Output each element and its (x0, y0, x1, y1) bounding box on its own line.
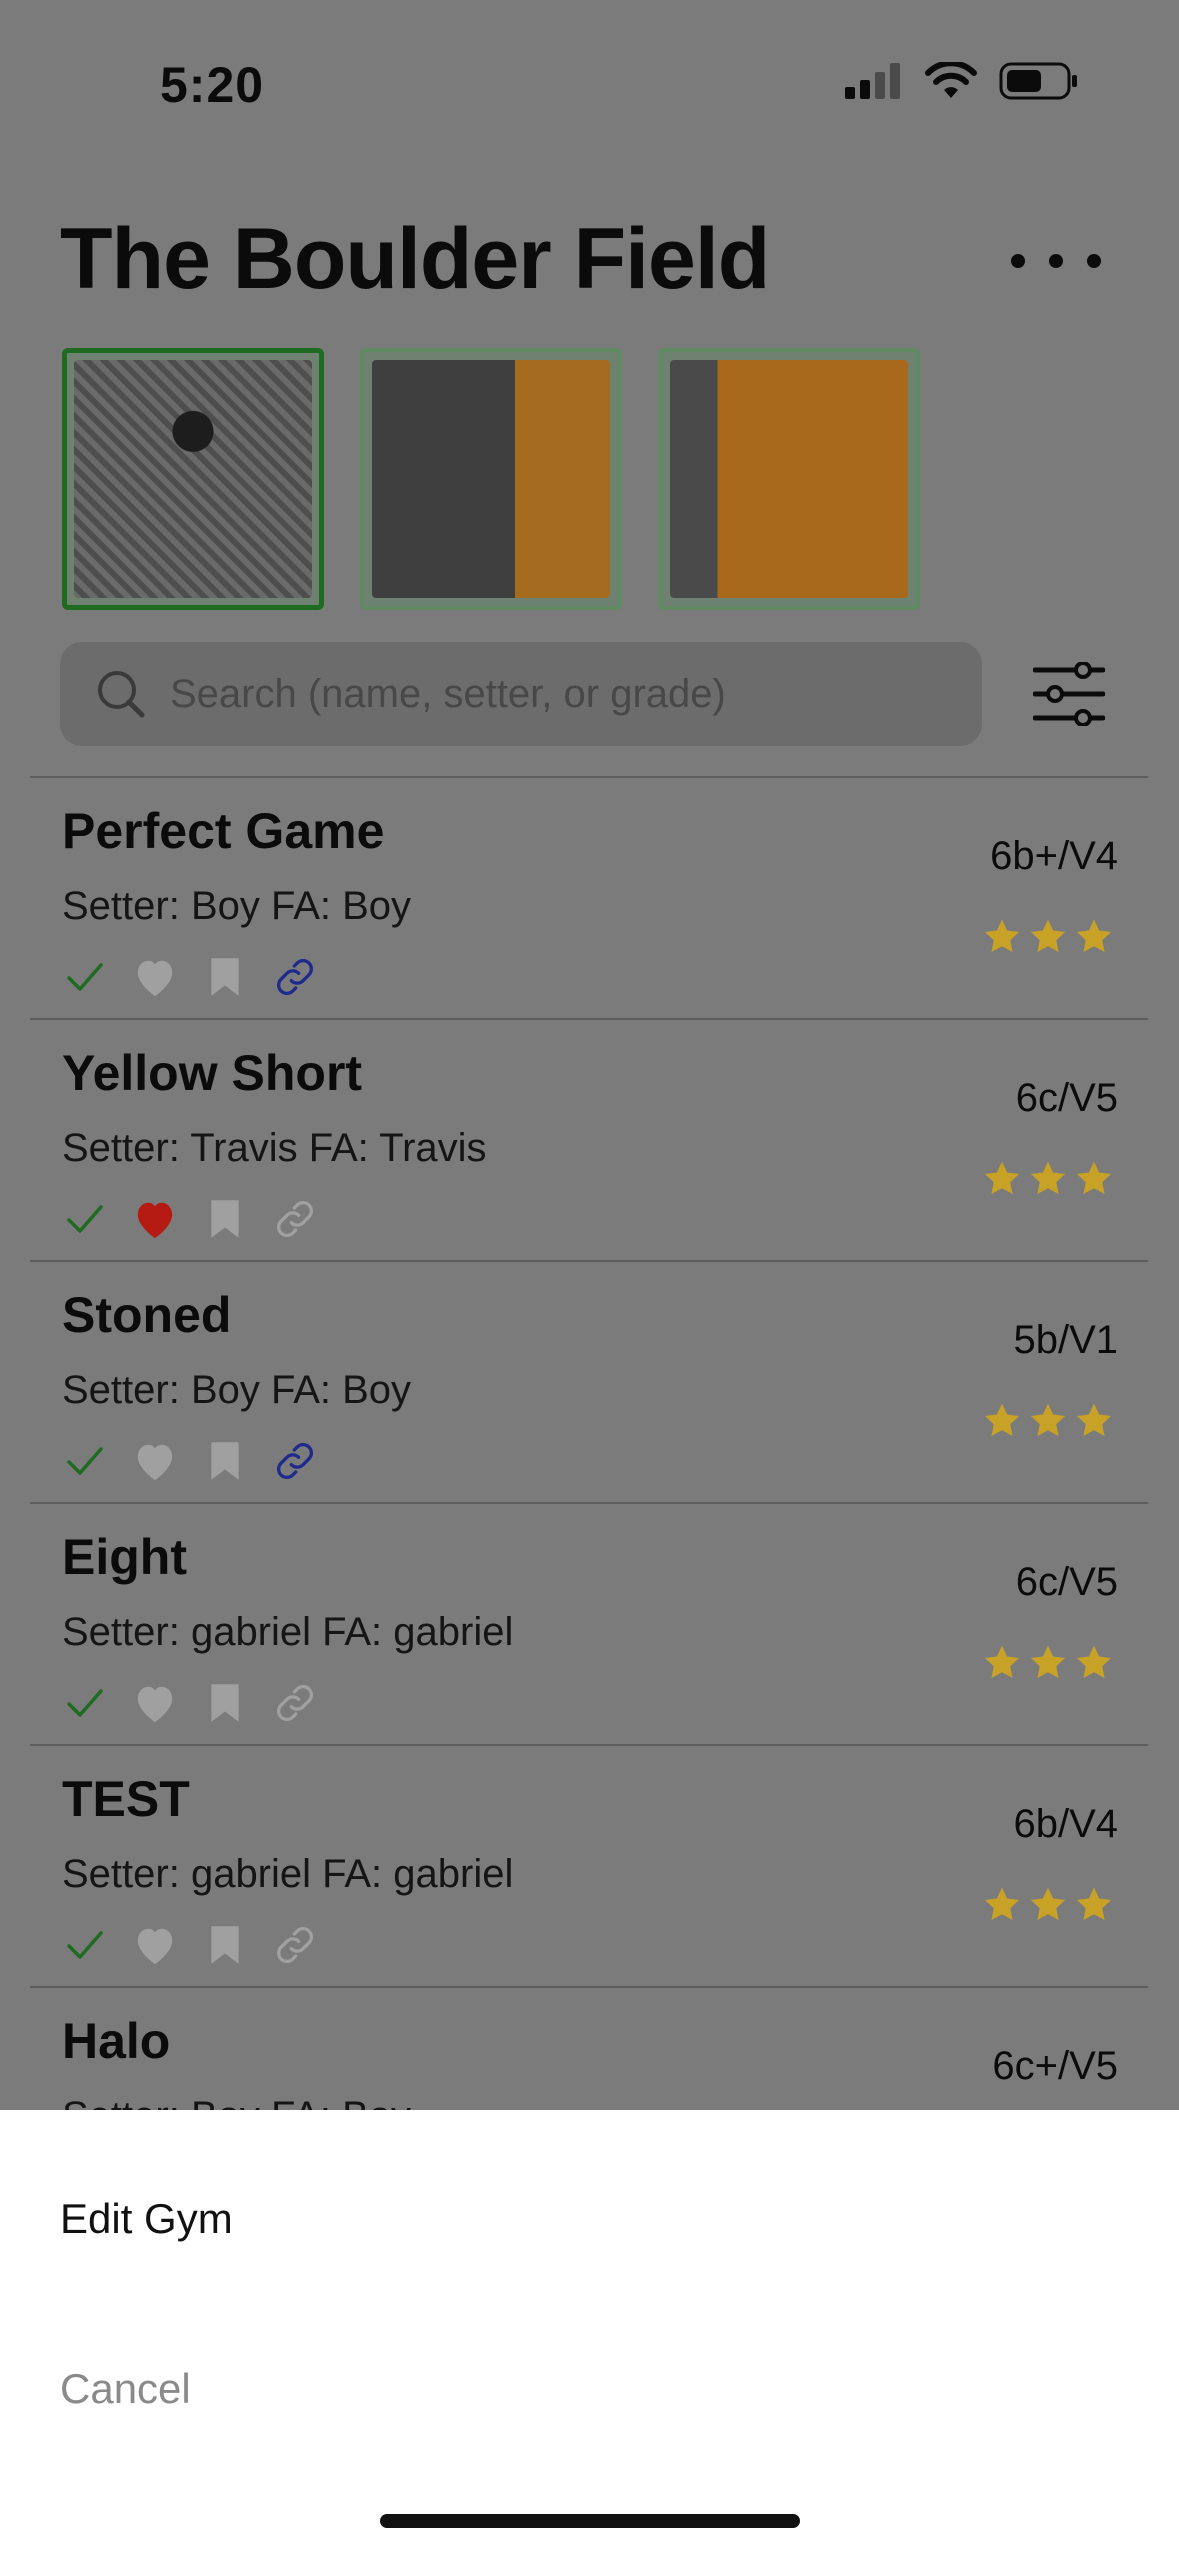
route-grade: 6b+/V4 (990, 834, 1118, 878)
bookmark-icon[interactable] (202, 1438, 248, 1484)
route-rating (982, 1160, 1114, 1203)
link-icon[interactable] (272, 1196, 318, 1242)
bookmark-icon[interactable] (202, 1922, 248, 1968)
route-row[interactable]: Yellow Short Setter: Travis FA: Travis 6c/… (30, 1018, 1148, 1260)
status-time: 5:20 (160, 57, 265, 113)
star-icon (1074, 1160, 1114, 1203)
star-icon (1074, 1402, 1114, 1445)
edit-gym-button[interactable]: Edit Gym (60, 2195, 233, 2243)
route-grade: 5b/V1 (1013, 1318, 1118, 1362)
filter-sliders-icon[interactable] (1033, 662, 1105, 726)
bookmark-icon[interactable] (202, 954, 248, 1000)
link-icon[interactable] (272, 954, 318, 1000)
wall-thumbnail-1[interactable] (62, 348, 324, 610)
route-setter: Setter: gabriel FA: gabriel (62, 1852, 514, 1896)
route-name: Halo (62, 2013, 171, 2069)
route-setter: Setter: Boy FA: Boy (62, 884, 412, 928)
more-dot-icon (1011, 254, 1025, 268)
route-list: Perfect Game Setter: Boy FA: Boy 6b+/V4 Yel… (30, 776, 1148, 2228)
wall-photo (670, 360, 908, 598)
search-icon (98, 671, 145, 718)
heart-icon[interactable] (132, 1680, 178, 1726)
route-rating (982, 1644, 1114, 1687)
wall-photo (372, 360, 610, 598)
route-actions (62, 954, 318, 1000)
route-setter: Setter: gabriel FA: gabriel (62, 1610, 514, 1654)
screen: 5:20 The Boulder Field Search (name, set… (0, 0, 1179, 2556)
route-actions (62, 1438, 318, 1484)
heart-icon[interactable] (132, 1438, 178, 1484)
star-icon (982, 1644, 1022, 1687)
heart-icon[interactable] (132, 954, 178, 1000)
heart-icon[interactable] (132, 1922, 178, 1968)
wall-thumbnail-3[interactable] (658, 348, 920, 610)
checkmark-icon[interactable] (62, 1196, 108, 1242)
route-grade: 6c/V5 (1015, 1076, 1118, 1120)
wall-photo (74, 360, 312, 598)
star-icon (1028, 1402, 1068, 1445)
route-name: TEST (62, 1771, 190, 1827)
star-icon (1074, 918, 1114, 961)
route-rating (982, 918, 1114, 961)
home-indicator (380, 2514, 800, 2528)
route-actions (62, 1922, 318, 1968)
star-icon (1028, 918, 1068, 961)
route-setter: Setter: Travis FA: Travis (62, 1126, 487, 1170)
link-icon[interactable] (272, 1922, 318, 1968)
cellular-signal-icon (845, 63, 900, 99)
route-grade: 6b/V4 (1013, 1802, 1118, 1846)
route-actions (62, 1196, 318, 1242)
star-icon (982, 1886, 1022, 1929)
status-icons (845, 62, 1079, 100)
heart-icon[interactable] (132, 1196, 178, 1242)
star-icon (1074, 1644, 1114, 1687)
checkmark-icon[interactable] (62, 954, 108, 1000)
more-options-button[interactable] (1011, 236, 1101, 286)
star-icon (1028, 1160, 1068, 1203)
star-icon (1028, 1886, 1068, 1929)
route-name: Stoned (62, 1287, 232, 1343)
more-dot-icon (1087, 254, 1101, 268)
link-icon[interactable] (272, 1438, 318, 1484)
cancel-button[interactable]: Cancel (60, 2365, 191, 2413)
wifi-icon (925, 62, 977, 98)
action-sheet: Edit Gym Cancel (0, 2110, 1179, 2556)
more-dot-icon (1049, 254, 1063, 268)
checkmark-icon[interactable] (62, 1922, 108, 1968)
checkmark-icon[interactable] (62, 1680, 108, 1726)
star-icon (982, 1402, 1022, 1445)
route-actions (62, 1680, 318, 1726)
route-row[interactable]: Stoned Setter: Boy FA: Boy 5b/V1 (30, 1260, 1148, 1502)
gym-title: The Boulder Field (60, 211, 770, 307)
route-grade: 6c+/V5 (992, 2044, 1118, 2088)
bookmark-icon[interactable] (202, 1680, 248, 1726)
route-grade: 6c/V5 (1015, 1560, 1118, 1604)
bookmark-icon[interactable] (202, 1196, 248, 1242)
star-icon (1028, 1644, 1068, 1687)
route-name: Eight (62, 1529, 187, 1585)
checkmark-icon[interactable] (62, 1438, 108, 1484)
star-icon (1074, 1886, 1114, 1929)
route-row[interactable]: TEST Setter: gabriel FA: gabriel 6b/V4 (30, 1744, 1148, 1986)
route-row[interactable]: Perfect Game Setter: Boy FA: Boy 6b+/V4 (30, 776, 1148, 1018)
wall-thumbnail-2[interactable] (360, 348, 622, 610)
search-bar (60, 642, 982, 746)
search-input[interactable] (168, 670, 952, 718)
battery-icon (999, 62, 1077, 100)
route-setter: Setter: Boy FA: Boy (62, 1368, 412, 1412)
route-name: Yellow Short (62, 1045, 363, 1101)
route-row[interactable]: Eight Setter: gabriel FA: gabriel 6c/V5 (30, 1502, 1148, 1744)
star-icon (982, 918, 1022, 961)
route-name: Perfect Game (62, 803, 385, 859)
route-rating (982, 1886, 1114, 1929)
route-rating (982, 1402, 1114, 1445)
wall-thumbnails (62, 348, 920, 610)
star-icon (982, 1160, 1022, 1203)
link-icon[interactable] (272, 1680, 318, 1726)
